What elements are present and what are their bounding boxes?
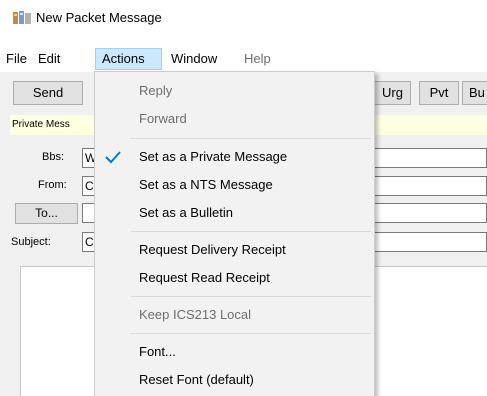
menu-item-label: Reply bbox=[139, 83, 173, 98]
menu-item-label: Set as a Bulletin bbox=[139, 205, 233, 220]
menu-item-label: Font... bbox=[139, 344, 176, 359]
menu-item-label: Request Delivery Receipt bbox=[139, 242, 286, 257]
checkmark-icon bbox=[105, 151, 121, 164]
menu-item-label: Keep ICS213 Local bbox=[139, 307, 252, 322]
private-button[interactable]: Pvt bbox=[419, 81, 459, 105]
menu-item-delivery-receipt[interactable]: Request Delivery Receipt bbox=[95, 237, 374, 263]
menu-item-set-bulletin[interactable]: Set as a Bulletin bbox=[95, 200, 374, 226]
menu-item-label: Set as a Private Message bbox=[139, 149, 288, 164]
menu-edit[interactable]: Edit bbox=[32, 48, 66, 70]
menu-item-reply[interactable]: Reply bbox=[95, 78, 374, 104]
menu-item-keep-ics213-local[interactable]: Keep ICS213 Local bbox=[95, 302, 374, 328]
from-label: From: bbox=[38, 179, 67, 191]
bulletin-button[interactable]: Bu bbox=[462, 81, 487, 105]
message-type-text: Private Mess bbox=[12, 119, 70, 130]
menu-separator bbox=[131, 296, 371, 297]
menu-item-label: Set as a NTS Message bbox=[139, 177, 273, 192]
menu-file[interactable]: File bbox=[0, 48, 33, 70]
urgent-button[interactable]: Urg bbox=[374, 81, 411, 105]
menu-actions[interactable]: Actions bbox=[95, 48, 162, 70]
menu-item-set-private[interactable]: Set as a Private Message bbox=[95, 144, 374, 170]
window-title: New Packet Message bbox=[36, 10, 162, 25]
menu-item-font[interactable]: Font... bbox=[95, 339, 374, 365]
menu-item-label: Request Read Receipt bbox=[139, 270, 270, 285]
subject-label: Subject: bbox=[11, 236, 51, 248]
menu-item-label: Reset Font (default) bbox=[139, 372, 254, 387]
app-icon bbox=[13, 11, 31, 24]
send-button[interactable]: Send bbox=[13, 81, 83, 105]
bbs-label: Bbs: bbox=[42, 151, 65, 163]
actions-dropdown: Reply Forward Set as a Private Message S… bbox=[94, 71, 375, 396]
menu-window[interactable]: Window bbox=[165, 48, 223, 70]
to-button[interactable]: To... bbox=[15, 203, 78, 224]
menu-bar: File Edit Actions Window Help bbox=[0, 48, 487, 70]
menu-item-set-nts[interactable]: Set as a NTS Message bbox=[95, 172, 374, 198]
menu-help[interactable]: Help bbox=[238, 48, 277, 70]
menu-item-forward[interactable]: Forward bbox=[95, 106, 374, 132]
menu-separator bbox=[131, 231, 371, 232]
menu-separator bbox=[131, 138, 371, 139]
menu-separator bbox=[131, 333, 371, 334]
menu-item-label: Forward bbox=[139, 111, 187, 126]
menu-item-read-receipt[interactable]: Request Read Receipt bbox=[95, 265, 374, 291]
menu-item-reset-font[interactable]: Reset Font (default) bbox=[95, 367, 374, 393]
